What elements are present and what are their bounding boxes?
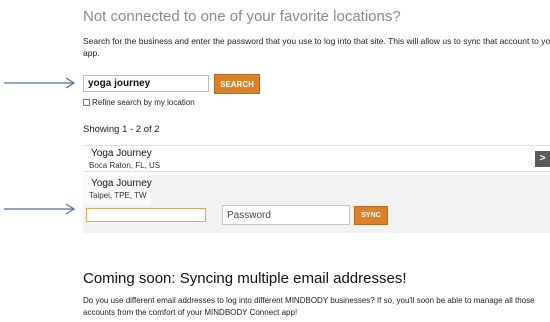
connect-instructions-line-2: app. [83,48,100,58]
result-1-name: Yoga Journey [91,148,152,159]
connect-instructions-line-1: Search for the business and enter the pa… [83,36,550,46]
coming-soon-line-1: Do you use different email addresses to … [83,296,535,305]
coming-soon-description: Do you use different email addresses to … [83,295,550,319]
refine-location-checkbox[interactable] [83,99,90,106]
result-row-1[interactable]: Yoga Journey Boca Raton, FL, US [83,145,550,172]
result-1-location: Boca Raton, FL, US [89,161,161,170]
coming-soon-line-2: accounts from the comfort of your MINDBO… [83,308,298,317]
connect-instructions: Search for the business and enter the pa… [83,35,550,59]
username-field[interactable] [86,208,206,222]
password-field[interactable] [222,205,350,225]
annotation-arrow-right-icon [4,203,76,215]
search-button[interactable]: SEARCH [214,74,260,94]
result-2-name: Yoga Journey [91,178,152,189]
search-input[interactable] [83,75,209,92]
connect-heading: Not connected to one of your favorite lo… [83,8,401,25]
coming-soon-heading: Coming soon: Syncing multiple email addr… [83,270,407,287]
sync-button[interactable]: SYNC [354,206,388,225]
result-2-header: Yoga Journey Taipei, TPE, TW [83,175,152,205]
annotation-arrow-right-icon [4,77,76,89]
refine-location-label: Refine search by my location [92,98,195,107]
results-count: Showing 1 - 2 of 2 [83,124,160,135]
result-2-location: Taipei, TPE, TW [89,191,147,200]
chevron-right-icon[interactable]: > [535,151,550,167]
